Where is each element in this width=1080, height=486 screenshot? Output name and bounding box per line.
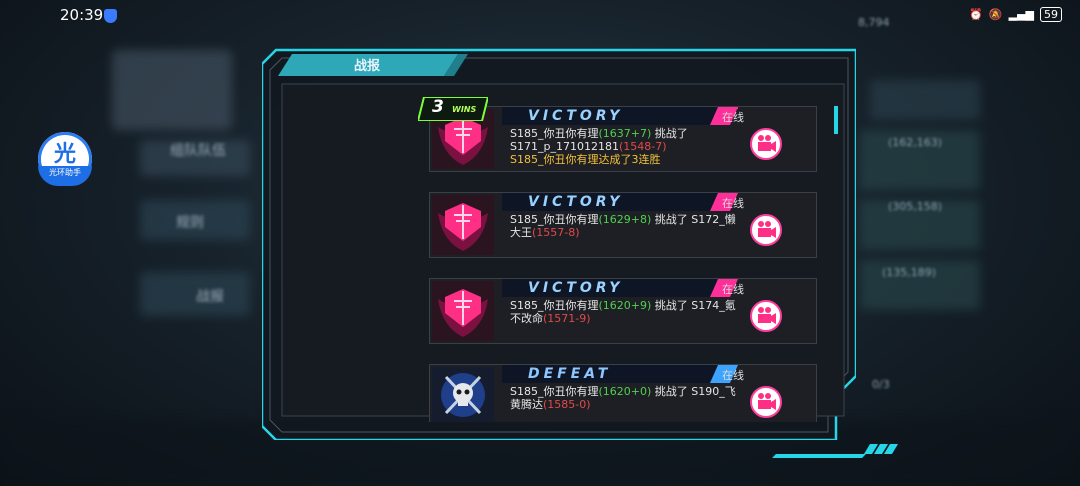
skull-emblem-icon [432,367,494,422]
player-name: S185_你丑你有理 [510,127,599,140]
opponent-score: (1548-7) [618,140,667,153]
verb: 挑战了 [654,127,688,140]
report-list[interactable]: VICTORY 在线 S185_你丑你有理(1637+7) 挑战了 S171_p… [429,104,819,422]
player-score: (1620+9) [598,299,652,312]
panel-title: 战报 [354,59,381,74]
replay-button[interactable] [750,300,782,332]
player-score: (1629+8) [598,213,652,226]
report-text: S185_你丑你有理(1629+8) 挑战了 S172_懒大王(1557-8) [510,213,742,239]
video-camera-icon [758,135,776,152]
opponent-score: (1585-0) [543,398,591,411]
online-status: 在线 [722,369,744,382]
status-bar: 20:39 ⏰ 🔕 ▂▄▆ 59 [0,0,1080,32]
online-status: 在线 [722,283,744,296]
result-label: VICTORY [528,194,624,210]
player-name: S185_你丑你有理 [510,299,599,312]
replay-button[interactable] [750,386,782,418]
online-status: 在线 [722,197,744,210]
player-score: (1620+0) [598,385,652,398]
replay-button[interactable] [750,214,782,246]
player-name: S185_你丑你有理 [510,213,599,226]
streak-count: 3 [432,97,444,117]
bg-menu-item-team: 组队队伍 [170,143,226,159]
bg-menu-item-reports: 战报 [196,289,224,305]
video-camera-icon [758,393,776,410]
victory-emblem-icon [432,195,494,255]
online-status: 在线 [722,111,744,124]
bg-value: (162,163) [888,136,943,149]
video-camera-icon [758,221,776,238]
assistant-float-button[interactable]: 光 光环助手 [38,132,92,186]
bg-value: (135,189) [882,266,937,279]
report-text: S185_你丑你有理(1620+9) 挑战了 S174_氪不改命(1571-9) [510,299,742,325]
player-name: S185_你丑你有理 [510,385,599,398]
report-card: VICTORY 在线 S185_你丑你有理(1629+8) 挑战了 S172_懒… [429,192,817,258]
opponent-name: S171_p_171012181 [510,140,619,153]
verb: 挑战了 [654,213,688,226]
bg-value: 0/3 [872,378,890,391]
panel-footer-decoration [772,444,898,458]
alarm-icon: ⏰ [969,8,983,21]
report-text: S185_你丑你有理(1620+0) 挑战了 S190_飞黄腾达(1585-0) [510,385,742,411]
signal-icon: ▂▄▆ [1008,8,1034,21]
assistant-logo-char: 光 [53,142,76,167]
opponent-score: (1571-9) [543,312,591,325]
battle-report-panel: 战报 VICTORY 在线 S185_你丑你有理(1637+7) 挑战了 S17… [262,46,856,440]
verb: 挑战了 [654,299,688,312]
mute-icon: 🔕 [988,8,1003,21]
player-score: (1637+7) [598,127,652,140]
verb: 挑战了 [654,385,688,398]
replay-button[interactable] [750,128,782,160]
result-label: VICTORY [528,280,624,296]
result-label: DEFEAT [528,366,612,382]
opponent-score: (1557-8) [532,226,580,239]
result-label: VICTORY [528,108,624,124]
win-streak-badge: 3 WINS [416,96,490,122]
shield-icon [104,9,117,23]
system-icons: ⏰ 🔕 ▂▄▆ 59 [969,7,1062,22]
bg-value: (305,158) [888,200,943,213]
report-text: S185_你丑你有理(1637+7) 挑战了 S171_p_171012181(… [510,127,742,166]
video-camera-icon [758,307,776,324]
bg-menu-item-rules: 规则 [176,215,204,231]
streak-label: WINS [452,105,477,114]
report-card: DEFEAT 在线 S185_你丑你有理(1620+0) 挑战了 S190_飞黄… [429,364,817,422]
streak-text: S185_你丑你有理达成了3连胜 [510,153,661,166]
assistant-label: 光环助手 [38,166,92,186]
victory-emblem-icon [432,281,494,341]
battery-icon: 59 [1040,7,1062,22]
clock: 20:39 [60,6,104,24]
report-card: VICTORY 在线 S185_你丑你有理(1620+9) 挑战了 S174_氪… [429,278,817,344]
